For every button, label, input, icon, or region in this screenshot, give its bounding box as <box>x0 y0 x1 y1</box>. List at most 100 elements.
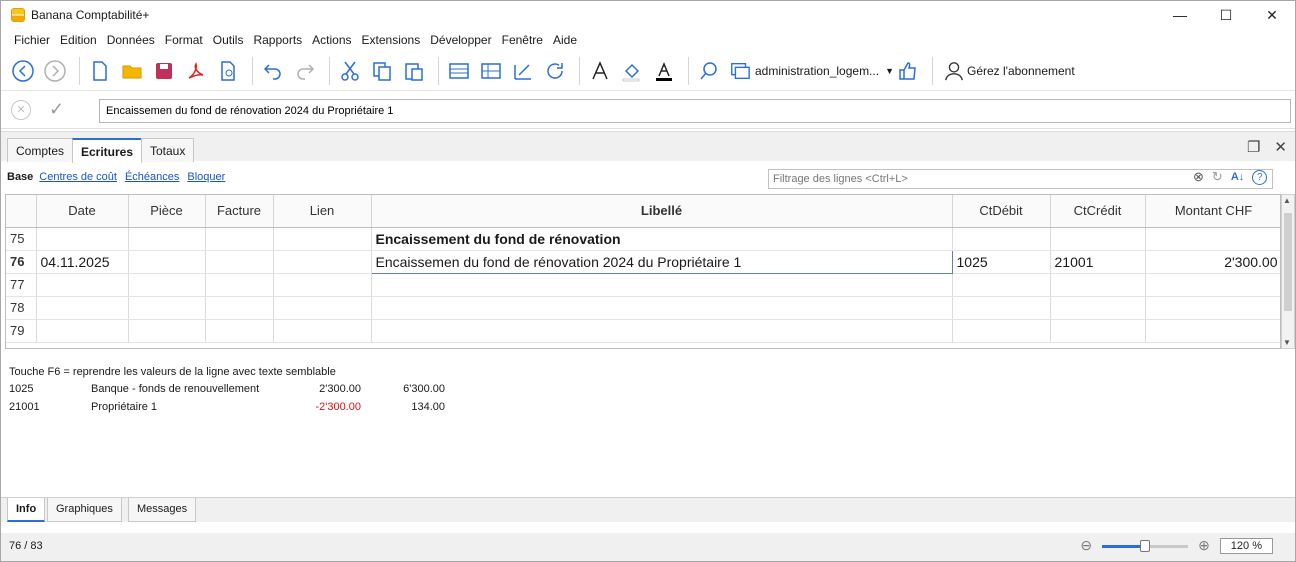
copy-icon[interactable] <box>368 57 396 85</box>
minimize-button[interactable]: — <box>1157 1 1203 29</box>
menu-extensions[interactable]: Extensions <box>357 33 426 47</box>
menu-edition[interactable]: Edition <box>55 33 102 47</box>
col-header-montant[interactable]: Montant CHF <box>1145 195 1280 228</box>
sort-filter-icon[interactable]: A↓ <box>1231 171 1244 183</box>
font-icon[interactable] <box>586 57 614 85</box>
cell-ctcredit[interactable] <box>1050 296 1146 320</box>
cell-lien[interactable] <box>273 227 372 251</box>
menu-rapports[interactable]: Rapports <box>248 33 307 47</box>
menu-actions[interactable]: Actions <box>307 33 356 47</box>
pdf-icon[interactable] <box>182 57 210 85</box>
zoom-out-icon[interactable]: ⊖ <box>1080 537 1092 554</box>
refresh-filter-icon[interactable]: ↻ <box>1212 169 1223 185</box>
text-color-icon[interactable] <box>650 57 678 85</box>
cell-piece[interactable] <box>128 319 206 343</box>
cell-ctcredit[interactable] <box>1050 319 1146 343</box>
menu-outils[interactable]: Outils <box>208 33 249 47</box>
table-row[interactable]: 76 04.11.2025 Encaissemen du fond de rén… <box>6 249 1280 274</box>
refresh-icon[interactable] <box>541 57 569 85</box>
print-preview-icon[interactable] <box>214 57 242 85</box>
cell-libelle[interactable]: Encaissement du fond de rénovation <box>371 227 953 251</box>
open-folder-icon[interactable] <box>118 57 146 85</box>
link-bloquer[interactable]: Bloquer <box>187 171 225 183</box>
cell-edit-field[interactable] <box>99 99 1291 123</box>
document-selector[interactable]: administration_logem... ▼ <box>729 57 894 85</box>
cell-facture[interactable] <box>205 227 274 251</box>
paste-icon[interactable] <box>400 57 428 85</box>
transactions-table[interactable]: Date Pièce Facture Lien Libellé CtDébit … <box>5 194 1281 349</box>
tab-ecritures[interactable]: Ecritures <box>72 138 143 163</box>
table-row[interactable]: 75 Encaissement du fond de rénovation <box>6 227 1280 251</box>
cell-date[interactable] <box>36 227 129 251</box>
tab-comptes[interactable]: Comptes <box>7 138 74 162</box>
cell-date[interactable] <box>36 319 129 343</box>
undock-icon[interactable]: ❐ <box>1247 138 1260 156</box>
scroll-down-icon[interactable]: ▼ <box>1283 338 1291 347</box>
fill-color-icon[interactable] <box>618 57 646 85</box>
table-row[interactable]: 78 <box>6 296 1280 320</box>
insert-row-icon[interactable] <box>445 57 473 85</box>
cell-piece[interactable] <box>128 250 206 274</box>
add-rows-icon[interactable] <box>477 57 505 85</box>
undo-icon[interactable] <box>259 57 287 85</box>
col-header-ctdebit[interactable]: CtDébit <box>952 195 1051 228</box>
col-header-piece[interactable]: Pièce <box>128 195 206 228</box>
new-file-icon[interactable] <box>86 57 114 85</box>
cell-date[interactable] <box>36 296 129 320</box>
close-panel-icon[interactable]: ✕ <box>1274 138 1287 156</box>
confirm-edit-icon[interactable]: ✓ <box>49 99 64 120</box>
cell-ctcredit[interactable]: 21001 <box>1050 250 1146 274</box>
col-header-ctcredit[interactable]: CtCrédit <box>1050 195 1146 228</box>
cell-montant[interactable] <box>1145 227 1280 251</box>
cell-facture[interactable] <box>205 250 274 274</box>
close-button[interactable]: ✕ <box>1249 1 1295 29</box>
cancel-edit-icon[interactable]: ✕ <box>11 99 31 120</box>
cell-montant[interactable]: 2'300.00 <box>1145 250 1280 274</box>
redo-icon[interactable] <box>291 57 319 85</box>
cell-ctcredit[interactable] <box>1050 227 1146 251</box>
menu-fichier[interactable]: Fichier <box>9 33 55 47</box>
menu-developper[interactable]: Développer <box>425 33 496 47</box>
zoom-slider[interactable] <box>1102 539 1189 553</box>
link-centres-de-cout[interactable]: Centres de coût <box>39 171 117 183</box>
menu-donnees[interactable]: Données <box>102 33 160 47</box>
tab-graphiques[interactable]: Graphiques <box>47 498 122 522</box>
cell-lien[interactable] <box>273 250 372 274</box>
tab-info[interactable]: Info <box>7 498 46 522</box>
cut-icon[interactable] <box>336 57 364 85</box>
tab-messages[interactable]: Messages <box>128 498 197 522</box>
cell-facture[interactable] <box>205 319 274 343</box>
cell-ctdebit[interactable]: 1025 <box>952 250 1051 274</box>
zoom-slider-knob[interactable] <box>1140 539 1151 552</box>
zoom-value[interactable]: 120 % <box>1219 537 1273 554</box>
zoom-in-icon[interactable]: ⊕ <box>1198 537 1210 554</box>
cell-piece[interactable] <box>128 296 206 320</box>
menu-fenetre[interactable]: Fenêtre <box>497 33 548 47</box>
col-header-facture[interactable]: Facture <box>205 195 274 228</box>
cell-piece[interactable] <box>128 227 206 251</box>
forward-icon[interactable] <box>41 57 69 85</box>
menu-format[interactable]: Format <box>160 33 208 47</box>
table-row[interactable]: 79 <box>6 319 1280 343</box>
cell-montant[interactable] <box>1145 273 1280 297</box>
cell-montant[interactable] <box>1145 296 1280 320</box>
view-base[interactable]: Base <box>7 171 33 183</box>
clear-filter-icon[interactable]: ⊗ <box>1193 169 1204 185</box>
vertical-scrollbar[interactable]: ▲ ▼ <box>1281 194 1295 349</box>
cell-lien[interactable] <box>273 273 372 297</box>
cell-lien[interactable] <box>273 319 372 343</box>
search-icon[interactable] <box>695 57 723 85</box>
cell-lien[interactable] <box>273 296 372 320</box>
cell-libelle[interactable]: Encaissemen du fond de rénovation 2024 d… <box>370 249 953 274</box>
table-row[interactable]: 77 <box>6 273 1280 297</box>
save-icon[interactable] <box>150 57 178 85</box>
tab-totaux[interactable]: Totaux <box>141 138 195 162</box>
cell-ctdebit[interactable] <box>952 227 1051 251</box>
cell-montant[interactable] <box>1145 319 1280 343</box>
maximize-button[interactable]: ☐ <box>1203 1 1249 29</box>
cell-facture[interactable] <box>205 273 274 297</box>
cell-libelle[interactable] <box>371 273 953 297</box>
cell-ctdebit[interactable] <box>952 273 1051 297</box>
subscribe-button[interactable]: Gérez l'abonnement <box>943 60 1075 82</box>
cell-facture[interactable] <box>205 296 274 320</box>
